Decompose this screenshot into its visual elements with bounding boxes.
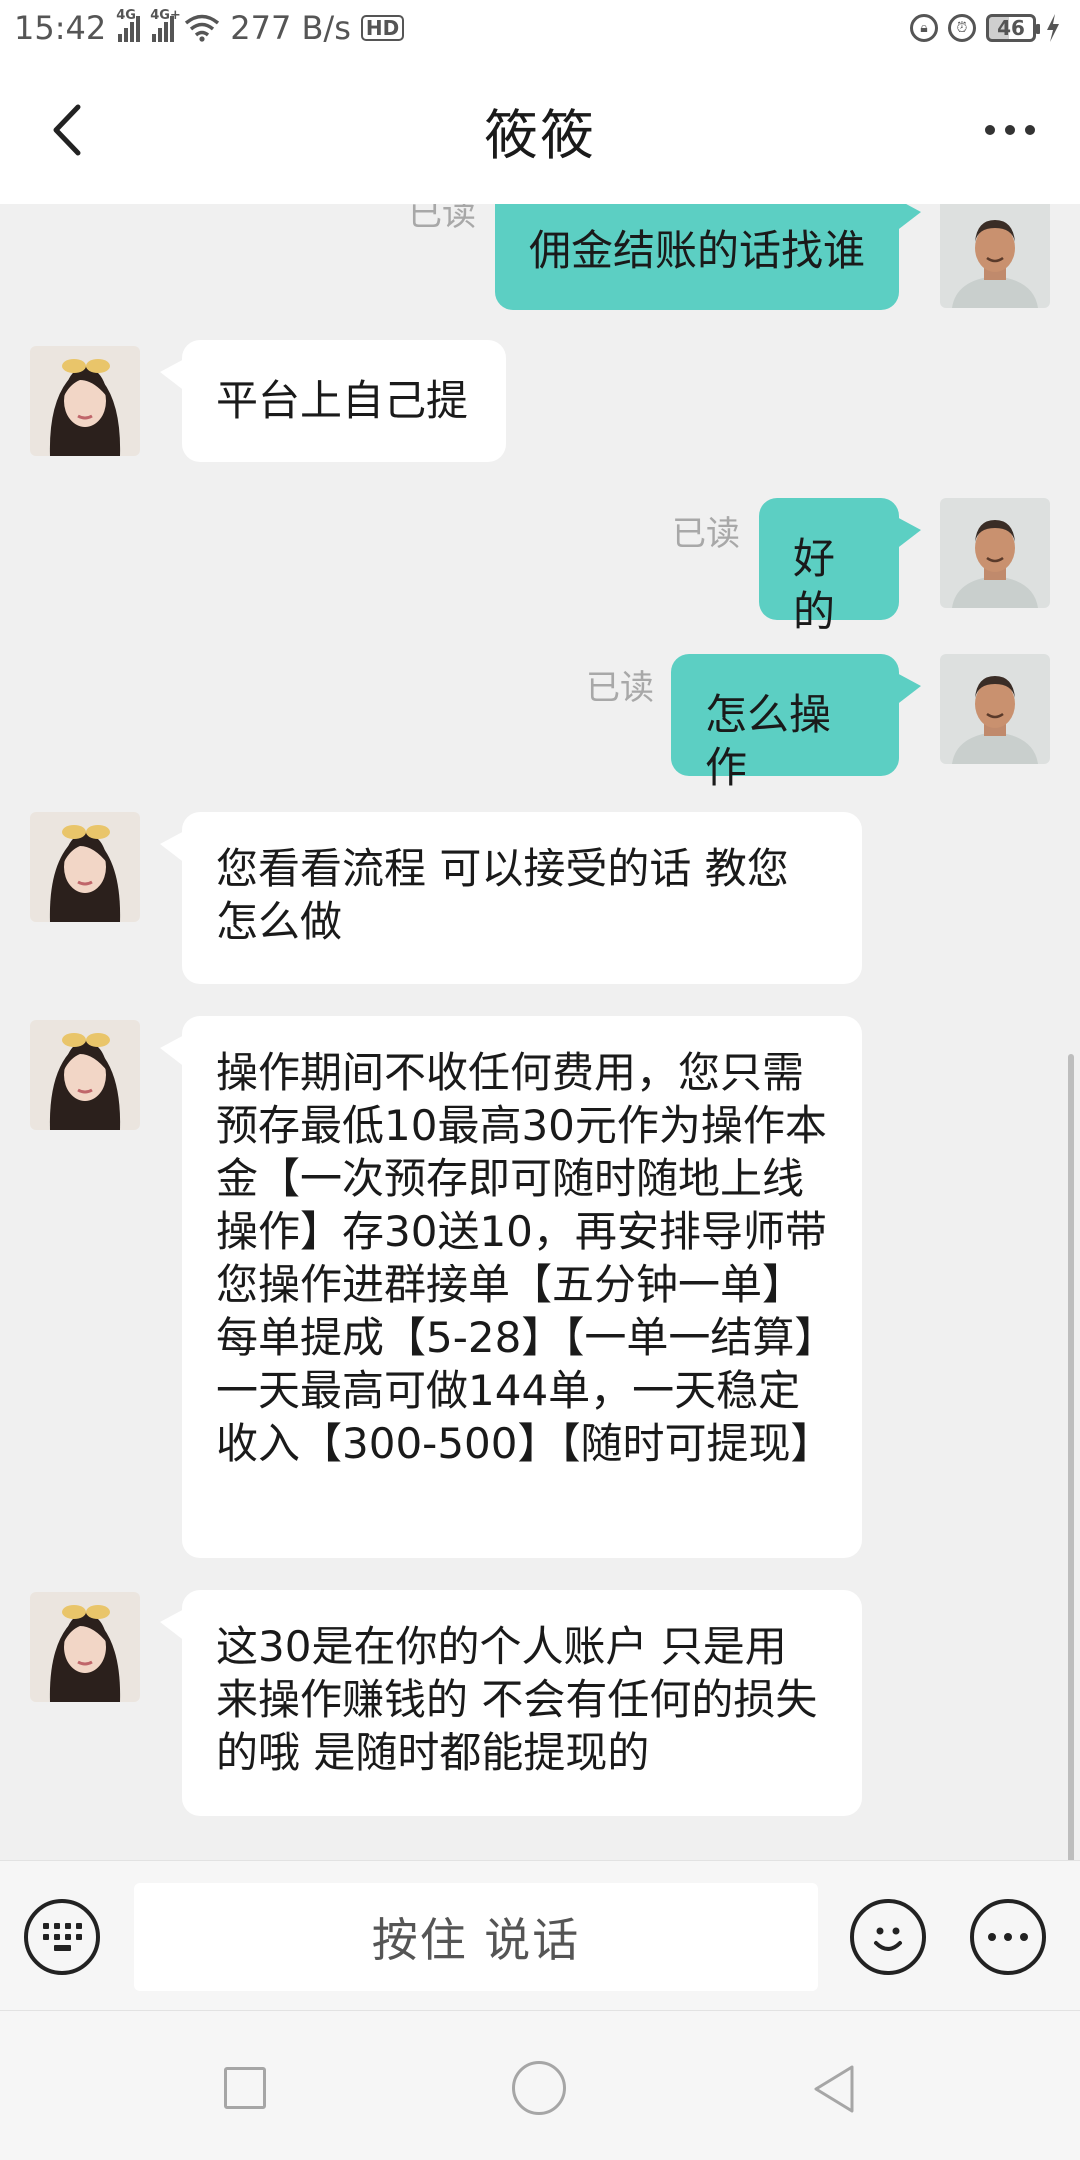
- system-navigation-bar: [0, 2010, 1080, 2160]
- message-outgoing: 已读 怎么操作: [0, 650, 1080, 792]
- battery-level: 46: [997, 16, 1025, 40]
- message-bubble[interactable]: 您看看流程 可以接受的话 教您怎么做: [160, 812, 862, 984]
- more-functions-button[interactable]: [970, 1899, 1046, 1975]
- recent-apps-button[interactable]: [224, 2067, 266, 2109]
- status-bar: 15:42 4G 4G+ 277 B/s HD 🔒︎ ⏰︎ 46: [0, 0, 1080, 56]
- contact-avatar[interactable]: [30, 346, 140, 456]
- network-speed: 277 B/s: [230, 9, 351, 47]
- message-list[interactable]: 已读 佣金结账的话找谁 平台上自己提 已读 好的 已读 怎么操作 您看看流程 可…: [0, 204, 1080, 1860]
- contact-avatar[interactable]: [30, 1592, 140, 1702]
- back-button[interactable]: [36, 100, 96, 160]
- emoji-button[interactable]: [850, 1899, 926, 1975]
- message-bubble[interactable]: 这30是在你的个人账户 只是用来操作赚钱的 不会有任何的损失的哦 是随时都能提现…: [160, 1590, 862, 1816]
- signal-4g-icon: 4G: [116, 8, 141, 42]
- contact-avatar[interactable]: [30, 812, 140, 922]
- message-bubble[interactable]: 操作期间不收任何费用，您只需预存最低10最高30元作为操作本金【一次预存即可随时…: [160, 1016, 862, 1558]
- status-left: 15:42 4G 4G+ 277 B/s HD: [14, 8, 405, 47]
- message-bubble[interactable]: 怎么操作: [671, 654, 921, 792]
- network-type-2: 4G+: [150, 8, 181, 23]
- alarm-icon: ⏰︎: [948, 14, 976, 42]
- self-avatar[interactable]: [940, 654, 1050, 764]
- message-incoming: 操作期间不收任何费用，您只需预存最低10最高30元作为操作本金【一次预存即可随时…: [0, 1012, 1080, 1558]
- hd-badge: HD: [360, 15, 405, 41]
- read-status: 已读: [408, 204, 476, 234]
- nav-back-button[interactable]: [808, 2063, 860, 2115]
- message-text: 佣金结账的话找谁: [529, 226, 866, 275]
- home-button[interactable]: [512, 2061, 566, 2115]
- chat-header: 筱筱: [0, 56, 1080, 204]
- message-bubble[interactable]: 平台上自己提: [160, 340, 506, 462]
- message-outgoing: 已读 佣金结账的话找谁: [0, 204, 1080, 314]
- status-time: 15:42: [14, 9, 107, 47]
- lock-rotation-icon: 🔒︎: [910, 14, 938, 42]
- message-text: 好的: [793, 534, 836, 636]
- message-text: 您看看流程 可以接受的话 教您怎么做: [216, 844, 789, 946]
- self-avatar[interactable]: [940, 498, 1050, 608]
- signal-4gplus-icon: 4G+: [150, 8, 181, 42]
- chat-scrollbar[interactable]: [1068, 1054, 1074, 1860]
- message-text: 怎么操作: [705, 690, 832, 792]
- message-outgoing: 已读 好的: [0, 494, 1080, 636]
- message-text: 平台上自己提: [216, 376, 469, 425]
- read-status: 已读: [672, 514, 740, 554]
- smiley-icon: [874, 1927, 902, 1951]
- more-options-button[interactable]: [970, 100, 1050, 160]
- chevron-left-icon: [53, 104, 81, 156]
- self-avatar[interactable]: [940, 204, 1050, 308]
- keyboard-toggle-button[interactable]: [24, 1899, 100, 1975]
- message-incoming: 这30是在你的个人账户 只是用来操作赚钱的 不会有任何的损失的哦 是随时都能提现…: [0, 1586, 1080, 1816]
- more-circle-icon: [984, 1933, 1032, 1941]
- wifi-icon: [185, 14, 220, 42]
- read-status: 已读: [586, 668, 654, 708]
- input-bar: 按住 说话: [0, 1860, 1080, 2010]
- contact-name: 筱筱: [484, 103, 596, 167]
- contact-avatar[interactable]: [30, 1020, 140, 1130]
- message-incoming: 平台上自己提: [0, 340, 1080, 470]
- battery-icon: 46: [986, 14, 1040, 42]
- keyboard-icon: [42, 1923, 82, 1951]
- network-type-1: 4G: [116, 8, 136, 23]
- message-text: 这30是在你的个人账户 只是用来操作赚钱的 不会有任何的损失的哦 是随时都能提现…: [216, 1622, 818, 1777]
- message-bubble[interactable]: 好的: [759, 498, 921, 636]
- message-incoming: 您看看流程 可以接受的话 教您怎么做: [0, 806, 1080, 984]
- message-bubble[interactable]: 佣金结账的话找谁: [495, 204, 921, 310]
- more-horizontal-icon: [985, 125, 995, 135]
- charging-icon: [1047, 14, 1059, 42]
- status-right: 🔒︎ ⏰︎ 46: [910, 14, 1060, 42]
- message-text: 操作期间不收任何费用，您只需预存最低10最高30元作为操作本金【一次预存即可随时…: [216, 1048, 833, 1468]
- hold-to-talk-button[interactable]: 按住 说话: [134, 1883, 818, 1991]
